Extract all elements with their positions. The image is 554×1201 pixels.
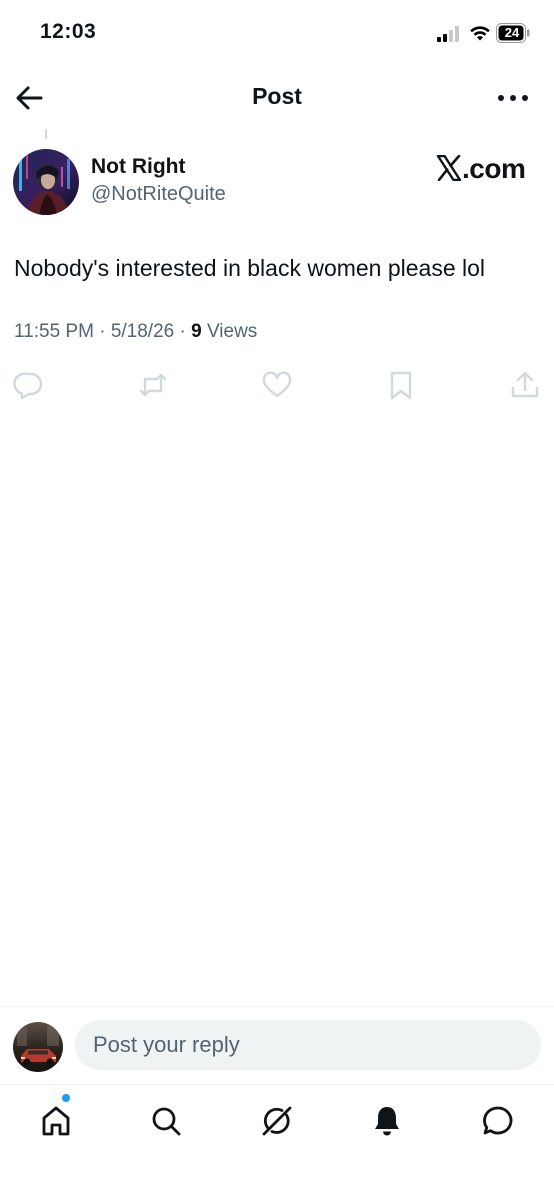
repost-icon[interactable] [137,369,169,401]
meta-separator: · [179,321,186,342]
post-actions [0,366,554,404]
top-header: Post [0,70,554,126]
home-notification-dot [62,1094,70,1102]
views-label: Views [206,321,258,342]
thread-connector-line [45,129,47,139]
notifications-icon [375,1107,399,1136]
reply-icon[interactable] [13,369,45,401]
like-icon[interactable] [261,369,293,401]
post-text: Nobody's interested in black women pleas… [14,255,486,281]
wifi-icon [470,26,490,41]
bottom-tab-bar [0,1084,554,1201]
more-horizontal-icon[interactable] [496,86,530,110]
author-display-name[interactable]: Not Right [91,155,185,179]
home-icon [42,1106,70,1136]
tab-grok[interactable] [255,1099,299,1143]
x-logo-icon [436,155,462,181]
status-time: 12:03 [40,20,97,43]
reply-bar [0,1006,554,1085]
post-metadata: 11:55 PM · 5/18/26 · 9 Views [14,321,257,343]
search-icon [152,1107,181,1136]
grok-icon [262,1106,292,1136]
bookmark-icon[interactable] [385,369,417,401]
messages-icon [483,1106,513,1135]
tab-search[interactable] [144,1099,188,1143]
cellular-signal-icon [437,26,459,42]
x-com-logo-text: .com [462,153,526,184]
reply-input[interactable] [75,1020,541,1070]
page-title: Post [252,83,302,109]
tab-notifications[interactable] [365,1099,409,1143]
tab-home[interactable] [34,1099,78,1143]
status-bar: 12:03 24 [0,0,554,66]
current-user-avatar[interactable] [13,1022,63,1072]
x-com-logo: .com [436,153,526,187]
share-icon[interactable] [509,369,541,401]
author-avatar[interactable] [13,149,79,215]
author-handle[interactable]: @NotRiteQuite [91,183,226,206]
views-count: 9 [191,321,202,342]
tab-messages[interactable] [476,1099,520,1143]
post-date[interactable]: 5/18/26 [111,321,174,342]
battery-level: 24 [504,25,520,40]
meta-separator: · [99,321,106,342]
post-time[interactable]: 11:55 PM [14,321,94,342]
